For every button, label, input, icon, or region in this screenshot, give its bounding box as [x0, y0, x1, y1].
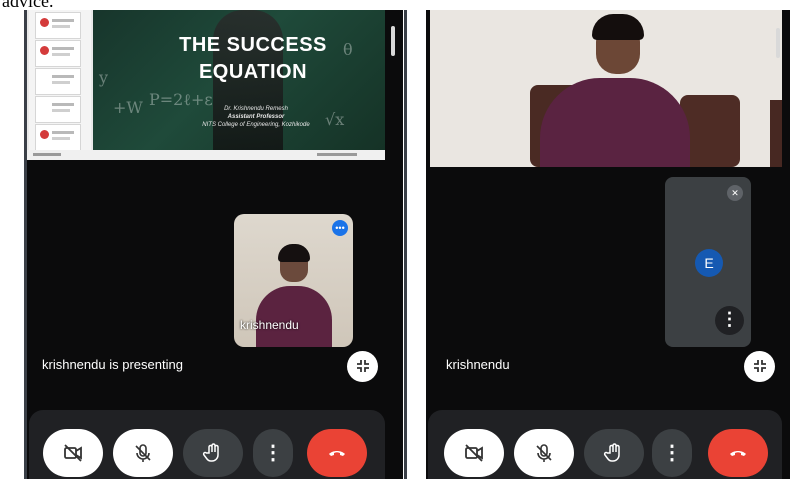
slide-thumbnail[interactable]: [35, 40, 81, 67]
slide-college: NITS College of Engineering, Kozhikode: [202, 122, 310, 128]
slide-title: THE SUCCESS EQUATION: [153, 32, 353, 86]
more-vert-icon: ⋮: [263, 442, 283, 464]
shared-presentation: y +W P=2ℓ+ε √x θ THE SUCCESS EQUATION Dr…: [27, 10, 385, 160]
raise-hand-button[interactable]: [584, 429, 644, 477]
slide-author: Dr. Krishnendu Remesh: [224, 106, 288, 112]
end-call-icon: [329, 451, 345, 456]
slide-role: Assistant Professor: [227, 114, 285, 120]
slide-author-block: Dr. Krishnendu Remesh Assistant Professo…: [181, 105, 331, 129]
raise-hand-icon: [202, 443, 219, 462]
camera-off-button[interactable]: [444, 429, 504, 477]
scrollbar[interactable]: [391, 26, 395, 56]
slide-thumbnail[interactable]: [35, 124, 81, 151]
mic-off-icon: [135, 444, 151, 462]
camera-off-icon: [465, 444, 483, 462]
right-phone-screen: ✕ E ⋮ krishnendu ⋮: [426, 10, 790, 479]
slide-main: y +W P=2ℓ+ε √x θ THE SUCCESS EQUATION Dr…: [93, 10, 385, 150]
call-controls-bar: ⋮: [29, 410, 385, 479]
avatar: E: [695, 249, 723, 277]
slide-title-line1: THE SUCCESS: [179, 34, 327, 56]
self-name-label: krishnendu: [240, 318, 299, 332]
caption-text: advice.: [2, 0, 54, 11]
more-options-button[interactable]: ⋮: [652, 429, 692, 477]
slide-thumbnails: [29, 10, 91, 151]
raise-hand-button[interactable]: [183, 429, 243, 477]
participant-name-label: krishnendu: [446, 357, 510, 372]
camera-off-button[interactable]: [43, 429, 103, 477]
end-call-button[interactable]: [307, 429, 367, 477]
raise-hand-icon: [603, 443, 620, 462]
slide-title-line2: EQUATION: [198, 61, 308, 83]
main-video-feed[interactable]: [430, 10, 782, 167]
participant-tile[interactable]: ✕ E ⋮: [665, 177, 751, 347]
mic-off-icon: ✕: [727, 185, 743, 201]
presenting-label: krishnendu is presenting: [42, 357, 183, 372]
mic-off-icon: [536, 444, 552, 462]
tile-more-options-button[interactable]: ⋮: [715, 306, 744, 335]
call-controls-bar: ⋮: [428, 410, 782, 479]
left-phone-screen: y +W P=2ℓ+ε √x θ THE SUCCESS EQUATION Dr…: [27, 10, 403, 479]
mic-off-button[interactable]: [113, 429, 173, 477]
slide-thumbnail[interactable]: [35, 12, 81, 39]
end-call-icon: [730, 451, 746, 456]
more-vert-icon: ⋮: [662, 442, 682, 464]
slide-status-bar: [27, 150, 385, 160]
divider-bar: [404, 10, 407, 479]
self-video-tile[interactable]: ••• krishnendu: [234, 214, 353, 347]
shrink-arrows-icon[interactable]: [347, 351, 378, 382]
mic-off-button[interactable]: [514, 429, 574, 477]
slide-thumbnail[interactable]: [35, 96, 81, 123]
speaking-indicator-icon: •••: [332, 220, 348, 236]
more-options-button[interactable]: ⋮: [253, 429, 293, 477]
scrollbar[interactable]: [776, 28, 780, 58]
slide-thumbnail[interactable]: [35, 68, 81, 95]
camera-off-icon: [64, 444, 82, 462]
end-call-button[interactable]: [708, 429, 768, 477]
shrink-arrows-icon[interactable]: [744, 351, 775, 382]
